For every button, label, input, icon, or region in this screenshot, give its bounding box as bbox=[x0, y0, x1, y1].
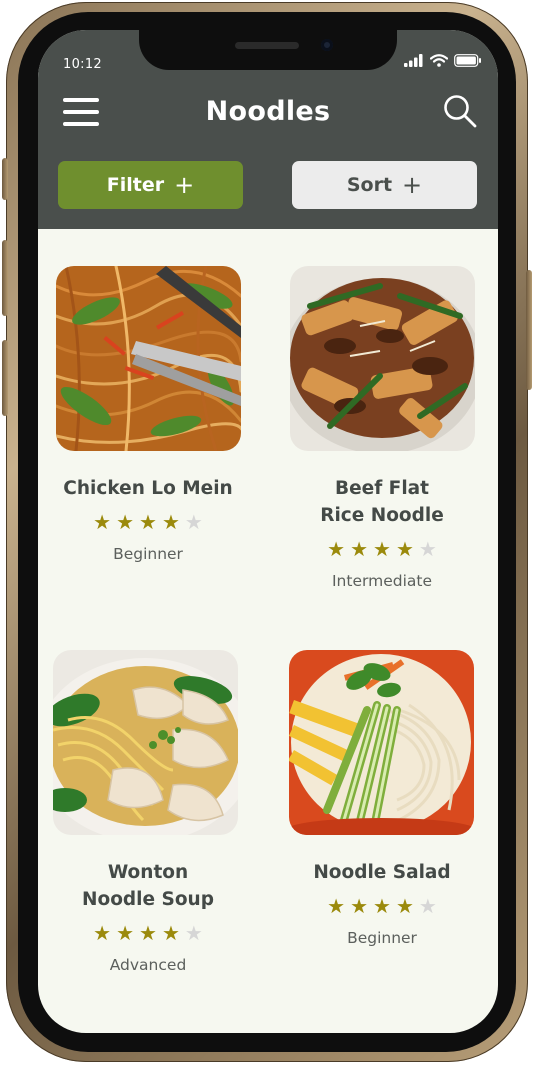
phone-notch bbox=[139, 30, 397, 70]
signal-icon bbox=[404, 54, 423, 67]
recipe-title: Wonton Noodle Soup bbox=[38, 859, 258, 913]
star-empty-icon: ★ bbox=[184, 510, 203, 534]
star-filled-icon: ★ bbox=[116, 510, 135, 534]
star-filled-icon: ★ bbox=[116, 921, 135, 945]
plus-icon: + bbox=[174, 171, 195, 199]
recipe-difficulty: Beginner bbox=[347, 929, 417, 947]
star-filled-icon: ★ bbox=[139, 921, 157, 945]
sort-button-label: Sort bbox=[346, 174, 393, 196]
recipe-title: Chicken Lo Mein bbox=[38, 475, 258, 502]
recipe-title-line: Chicken Lo Mein bbox=[63, 478, 233, 499]
filter-button[interactable]: Filter + bbox=[58, 161, 243, 209]
battery-icon bbox=[454, 54, 481, 67]
app-header: 10:12 Noodles Filter + Sort + bbox=[38, 30, 498, 229]
filter-button-label: Filter bbox=[106, 174, 165, 196]
volume-up-button bbox=[2, 240, 8, 316]
wifi-icon bbox=[430, 54, 448, 67]
star-filled-icon: ★ bbox=[395, 894, 414, 918]
star-filled-icon: ★ bbox=[350, 894, 369, 918]
star-filled-icon: ★ bbox=[327, 537, 346, 561]
star-rating: ★ ★ ★ ★ ★ bbox=[272, 896, 492, 916]
speaker-grille bbox=[235, 42, 299, 49]
star-filled-icon: ★ bbox=[350, 537, 369, 561]
star-empty-icon: ★ bbox=[184, 921, 203, 945]
power-button bbox=[526, 270, 532, 390]
recipe-difficulty: Beginner bbox=[113, 545, 183, 563]
recipe-photo-noodle-salad bbox=[289, 650, 474, 835]
star-filled-icon: ★ bbox=[327, 894, 346, 918]
status-time: 10:12 bbox=[63, 57, 102, 72]
recipe-card-wonton-noodle-soup[interactable]: Wonton Noodle Soup ★ ★ ★ ★ ★ Advanced bbox=[38, 650, 258, 980]
search-icon[interactable] bbox=[442, 93, 478, 129]
recipe-title: Noodle Salad bbox=[272, 859, 492, 886]
star-filled-icon: ★ bbox=[161, 510, 180, 534]
page-title: Noodles bbox=[205, 96, 331, 127]
plus-icon: + bbox=[402, 171, 423, 199]
star-filled-icon: ★ bbox=[161, 921, 180, 945]
status-icons bbox=[404, 54, 482, 67]
sort-button[interactable]: Sort + bbox=[292, 161, 477, 209]
star-filled-icon: ★ bbox=[93, 921, 112, 945]
star-filled-icon: ★ bbox=[93, 510, 112, 534]
recipe-difficulty: Intermediate bbox=[331, 572, 432, 590]
recipe-card-noodle-salad[interactable]: Noodle Salad ★ ★ ★ ★ ★ Beginner bbox=[272, 650, 492, 960]
star-rating: ★ ★ ★ ★ ★ bbox=[38, 512, 258, 532]
star-filled-icon: ★ bbox=[373, 894, 391, 918]
recipe-title-line: Noodle Salad bbox=[313, 862, 451, 883]
recipe-difficulty: Advanced bbox=[109, 956, 187, 974]
app-screen: 10:12 Noodles Filter + Sort + Chicken Lo… bbox=[38, 30, 498, 1033]
recipe-title: Beef Flat Rice Noodle bbox=[272, 475, 492, 529]
recipe-card-beef-flat-rice-noodle[interactable]: Beef Flat Rice Noodle ★ ★ ★ ★ ★ Intermed… bbox=[272, 266, 492, 606]
recipe-photo-beef-flat-rice-noodle bbox=[290, 266, 475, 451]
star-filled-icon: ★ bbox=[395, 537, 414, 561]
recipe-title-line: Rice Noodle bbox=[320, 505, 444, 526]
mute-switch bbox=[2, 158, 8, 200]
star-empty-icon: ★ bbox=[418, 894, 437, 918]
star-empty-icon: ★ bbox=[418, 537, 437, 561]
recipe-photo-wonton-noodle-soup bbox=[53, 650, 238, 835]
star-filled-icon: ★ bbox=[373, 537, 391, 561]
star-filled-icon: ★ bbox=[139, 510, 157, 534]
recipe-title-line: Noodle Soup bbox=[82, 889, 214, 910]
recipe-card-chicken-lo-mein[interactable]: Chicken Lo Mein ★ ★ ★ ★ ★ Beginner bbox=[38, 266, 258, 586]
recipe-photo-chicken-lo-mein bbox=[56, 266, 241, 451]
front-camera bbox=[321, 39, 333, 51]
star-rating: ★ ★ ★ ★ ★ bbox=[272, 539, 492, 559]
recipe-title-line: Wonton bbox=[107, 862, 189, 883]
volume-down-button bbox=[2, 340, 8, 416]
recipe-title-line: Beef Flat bbox=[335, 478, 429, 499]
star-rating: ★ ★ ★ ★ ★ bbox=[38, 923, 258, 943]
